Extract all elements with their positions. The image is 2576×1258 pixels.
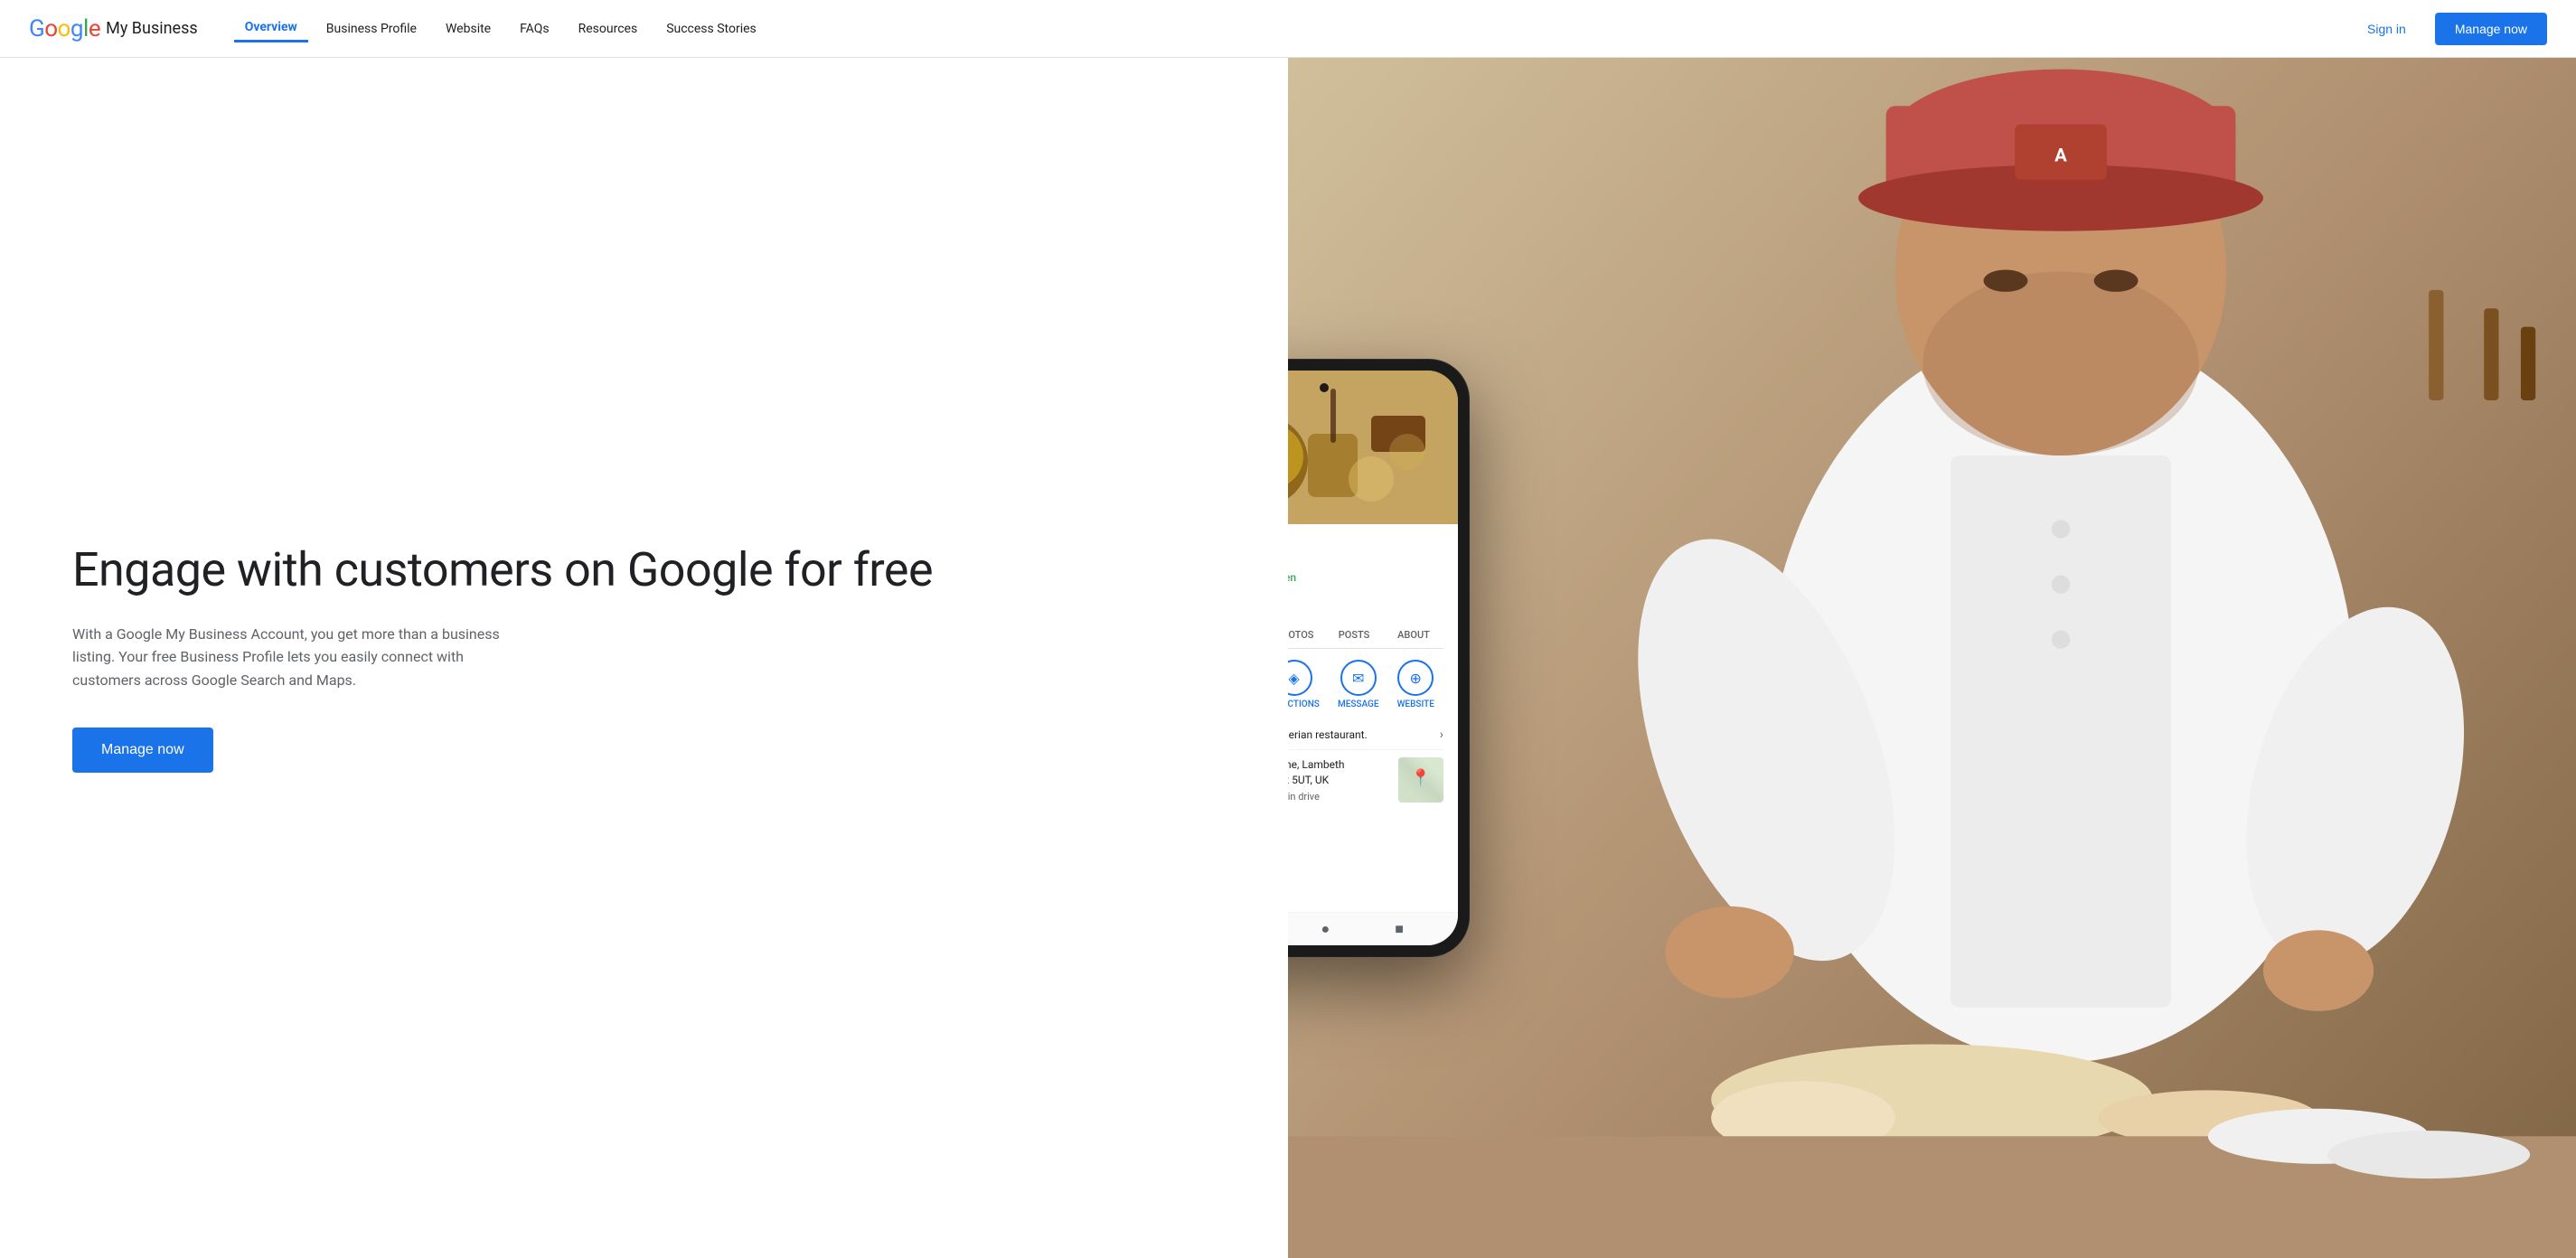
- phone-photo-area: [1288, 371, 1458, 524]
- g-red2: e: [89, 15, 100, 42]
- svg-text:A: A: [2054, 144, 2067, 165]
- phone-action-message[interactable]: ✉ MESSAGE: [1338, 660, 1379, 709]
- logo[interactable]: Google My Business: [29, 15, 198, 42]
- phone-address-row: 📍 140 Acre Lane, Lambeth London SW2 5UT,…: [1288, 757, 1443, 803]
- phone-bottom-bar: ◀ ● ■: [1288, 912, 1458, 945]
- nav-link-faqs[interactable]: FAQs: [509, 16, 560, 42]
- nav-link-success-stories[interactable]: Success Stories: [655, 16, 767, 42]
- navigation: Google My Business Overview Business Pro…: [0, 0, 2576, 58]
- website-label: WEBSITE: [1397, 699, 1434, 709]
- phone-action-website[interactable]: ⊕ WEBSITE: [1397, 660, 1434, 709]
- g-yellow: o: [58, 15, 71, 42]
- chevron-right-icon: ›: [1440, 728, 1443, 742]
- logo-text: My Business: [106, 19, 198, 38]
- google-logo-text: Google: [29, 15, 100, 42]
- map-pin-red-icon: 📍: [1411, 768, 1431, 787]
- phone-camera: [1320, 383, 1329, 392]
- phone-tab-photos[interactable]: PHOTOS: [1288, 624, 1324, 648]
- nav-link-business-profile[interactable]: Business Profile: [315, 16, 428, 42]
- hero-title: Engage with customers on Google for free: [72, 543, 1216, 597]
- phone-map-thumbnail[interactable]: 📍: [1398, 757, 1443, 803]
- chef-illustration: A: [1288, 58, 2576, 1258]
- g-blue2: g: [71, 15, 83, 42]
- hero-section: Engage with customers on Google for free…: [0, 58, 2576, 1258]
- phone-home-button[interactable]: ●: [1321, 920, 1330, 938]
- directions-icon: ◈: [1288, 660, 1312, 696]
- nav-link-website[interactable]: Website: [435, 16, 502, 42]
- directions-label: DIRECTIONS: [1288, 699, 1320, 709]
- phone-biz-name: Khamsa: [1288, 537, 1443, 554]
- manage-now-button-nav[interactable]: Manage now: [2435, 13, 2547, 45]
- hero-left: Engage with customers on Google for free…: [0, 58, 1288, 1258]
- nav-link-resources[interactable]: Resources: [568, 16, 649, 42]
- nav-links: Overview Business Profile Website FAQs R…: [234, 14, 2353, 42]
- address-line2: London SW2 5UT, UK: [1288, 773, 1391, 788]
- phone-screen: Khamsa 4.8 ★★★★★ Restaurant · Open + Fol…: [1288, 371, 1458, 945]
- g-blue: G: [29, 15, 44, 42]
- hero-subtitle: With a Google My Business Account, you g…: [72, 623, 506, 692]
- phone-actions: 📞 CALL ◈ DIRECTIONS ✉ MESSAGE: [1288, 660, 1443, 709]
- address-line1: 140 Acre Lane, Lambeth: [1288, 757, 1391, 773]
- phone-description-text: Khamsa is an Algerian restaurant.: [1288, 728, 1368, 741]
- address-distance: 3.7 km · 10 min drive: [1288, 790, 1391, 803]
- nav-actions: Sign in Manage now: [2353, 13, 2547, 45]
- website-icon: ⊕: [1397, 660, 1434, 696]
- phone-address-text: 140 Acre Lane, Lambeth London SW2 5UT, U…: [1288, 757, 1391, 803]
- phone-outer: Khamsa 4.8 ★★★★★ Restaurant · Open + Fol…: [1288, 360, 1469, 956]
- phone-recents-button[interactable]: ■: [1395, 920, 1404, 938]
- hero-right: A: [1288, 58, 2576, 1258]
- phone-mockup: Khamsa 4.8 ★★★★★ Restaurant · Open + Fol…: [1288, 360, 1469, 956]
- phone-tab-about[interactable]: ABOUT: [1384, 624, 1443, 648]
- manage-now-button-hero[interactable]: Manage now: [72, 728, 213, 773]
- g-red: o: [44, 15, 57, 42]
- phone-photo-svg: [1288, 371, 1458, 524]
- phone-description-row[interactable]: Khamsa is an Algerian restaurant. ›: [1288, 720, 1443, 750]
- phone-category: Restaurant · Open: [1288, 571, 1443, 584]
- phone-rating-row: 4.8 ★★★★★: [1288, 556, 1443, 569]
- phone-status: Open: [1288, 571, 1296, 584]
- phone-action-directions[interactable]: ◈ DIRECTIONS: [1288, 660, 1320, 709]
- phone-tabs: OVERVIEW PHOTOS POSTS ABOUT: [1288, 624, 1443, 649]
- phone-content-area: Khamsa 4.8 ★★★★★ Restaurant · Open + Fol…: [1288, 524, 1458, 912]
- message-label: MESSAGE: [1338, 699, 1379, 709]
- phone-tab-posts[interactable]: POSTS: [1324, 624, 1384, 648]
- message-icon: ✉: [1340, 660, 1377, 696]
- nav-link-overview[interactable]: Overview: [234, 14, 308, 42]
- sign-in-button[interactable]: Sign in: [2353, 14, 2421, 43]
